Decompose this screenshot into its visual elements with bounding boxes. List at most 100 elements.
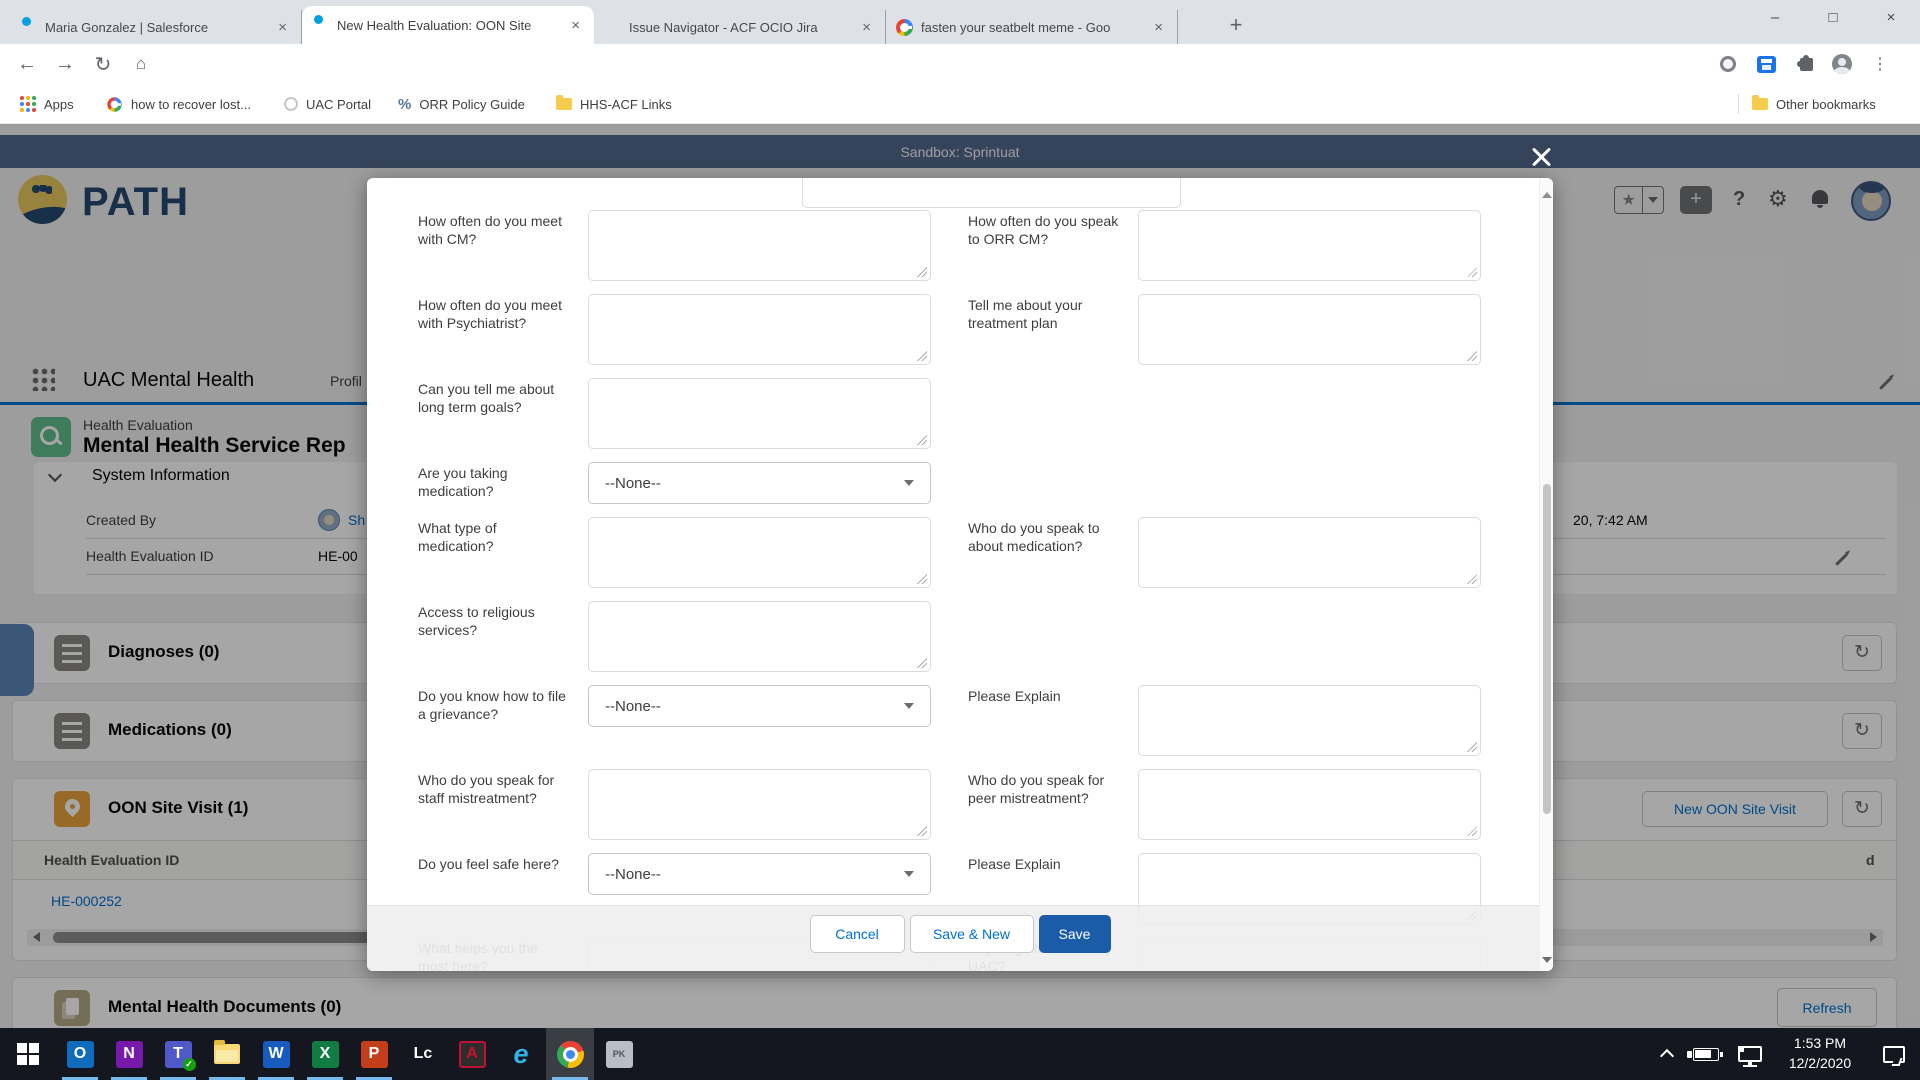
taskbar-app-internet-explorer[interactable]: e [497, 1028, 545, 1080]
select-value: --None-- [605, 698, 661, 715]
cancel-button[interactable]: Cancel [810, 915, 905, 953]
acrobat-icon: A [459, 1041, 486, 1068]
new-health-evaluation-modal: How often do you meet with CM?How often … [367, 178, 1553, 971]
browser-tab[interactable]: fasten your seatbelt meme - Goo × [886, 10, 1178, 44]
modal-close-icon[interactable] [1528, 144, 1554, 170]
action-center-icon[interactable] [1868, 1028, 1920, 1080]
form-textarea-right[interactable] [1138, 769, 1481, 840]
browser-menu-icon[interactable]: ⋮ [1866, 44, 1894, 84]
browser-tab[interactable]: Maria Gonzalez | Salesforce × [10, 10, 302, 44]
powerpoint-icon: P [361, 1041, 388, 1068]
refresh-icon[interactable]: ↻ [88, 44, 118, 84]
maximize-icon[interactable]: □ [1804, 0, 1862, 36]
modal-scrollbar[interactable] [1539, 178, 1553, 971]
form-select-left[interactable]: --None-- [588, 462, 931, 504]
taskbar-app-zip[interactable]: PK [595, 1028, 643, 1080]
bookmarks-bar: Apps how to recover lost... UAC Portal %ORR… [0, 84, 1920, 124]
form-row: Who do you speak for staff mistreatment?… [418, 769, 1532, 840]
taskbar-clock[interactable]: 1:53 PM 12/2/2020 [1772, 1034, 1868, 1073]
taskbar-app-livecycle[interactable]: Lc [399, 1028, 447, 1080]
field-label: Do you know how to file a grievance? [418, 685, 568, 756]
taskbar-app-explorer[interactable] [203, 1028, 251, 1080]
form-textarea-right[interactable] [1138, 210, 1481, 281]
field-label: Who do you speak for staff mistreatment? [418, 769, 568, 840]
home-icon[interactable]: ⌂ [126, 44, 156, 84]
field-label: Who do you speak for peer mistreatment? [968, 769, 1123, 840]
tab-close-icon[interactable]: × [1150, 19, 1167, 36]
clock-time: 1:53 PM [1772, 1034, 1868, 1054]
start-button[interactable] [4, 1028, 52, 1080]
taskbar-app-chrome[interactable] [546, 1028, 594, 1080]
form-row: How often do you meet with CM?How often … [418, 210, 1532, 281]
bookmark-item[interactable]: how to recover lost... [106, 84, 251, 124]
save-button[interactable]: Save [1039, 915, 1111, 953]
bookmark-label: UAC Portal [306, 97, 371, 112]
bookmark-item[interactable]: UAC Portal [284, 84, 371, 124]
form-textarea-left[interactable] [588, 210, 931, 281]
scrollbar-thumb[interactable] [1543, 484, 1551, 814]
form-textarea-right[interactable] [1138, 517, 1481, 588]
taskbar-app-word[interactable]: W [252, 1028, 300, 1080]
system-tray: 1:53 PM 12/2/2020 [1650, 1028, 1920, 1080]
taskbar-app-outlook[interactable]: O [56, 1028, 104, 1080]
bookmark-item[interactable]: Apps [20, 84, 74, 124]
tab-favicon-jira-diamond [604, 19, 621, 36]
forward-icon[interactable]: → [50, 44, 80, 84]
folder-icon [556, 98, 572, 110]
field-label: Are you taking medication? [418, 462, 568, 504]
scroll-down-icon[interactable] [1542, 957, 1552, 963]
tab-strip-tabs: Maria Gonzalez | Salesforce×New Health E… [10, 0, 1178, 44]
taskbar-app-powerpoint[interactable]: P [350, 1028, 398, 1080]
bookmark-item[interactable]: HHS-ACF Links [556, 84, 672, 124]
profile-avatar[interactable] [1828, 44, 1856, 84]
close-icon[interactable]: × [1862, 0, 1920, 36]
tab-title: fasten your seatbelt meme - Goo [921, 20, 1142, 35]
form-textarea-left[interactable] [588, 601, 931, 672]
taskbar-app-teams[interactable]: T [154, 1028, 202, 1080]
form-row: Access to religious services? [418, 601, 1532, 672]
form-row: What type of medication?Who do you speak… [418, 517, 1532, 588]
scroll-up-icon[interactable] [1542, 192, 1552, 198]
back-icon[interactable]: ← [12, 44, 42, 84]
tab-favicon-salesforce-cloud [312, 17, 329, 34]
google-g-icon [107, 97, 121, 111]
network-icon[interactable] [1728, 1028, 1772, 1080]
new-tab-button[interactable]: + [1222, 12, 1250, 40]
form-textarea-left[interactable] [588, 769, 931, 840]
browser-tab[interactable]: New Health Evaluation: OON Site× [302, 6, 594, 44]
form-textarea-right[interactable] [1138, 294, 1481, 365]
form-select-left[interactable]: --None-- [588, 853, 931, 895]
resize-grip-icon [917, 435, 927, 445]
tab-close-icon[interactable]: × [858, 19, 875, 36]
tab-title: Maria Gonzalez | Salesforce [45, 20, 266, 35]
form-textarea-left[interactable] [588, 378, 931, 449]
tab-close-icon[interactable]: × [274, 19, 291, 36]
tray-chevron-up-icon[interactable] [1650, 1028, 1684, 1080]
minimize-icon[interactable]: – [1746, 0, 1804, 36]
google-g-icon [896, 19, 913, 36]
form-select-left[interactable]: --None-- [588, 685, 931, 727]
bookmark-label: ORR Policy Guide [419, 97, 524, 112]
browser-tab-strip: Maria Gonzalez | Salesforce×New Health E… [0, 0, 1920, 44]
bookmark-item[interactable]: %ORR Policy Guide [398, 84, 525, 124]
form-row: How often do you meet with Psychiatrist?… [418, 294, 1532, 365]
form-textarea-left[interactable] [588, 294, 931, 365]
other-bookmarks[interactable]: Other bookmarks [1752, 84, 1876, 124]
taskbar-app-excel[interactable]: X [301, 1028, 349, 1080]
select-value: --None-- [605, 866, 661, 883]
form-textarea-left[interactable] [588, 517, 931, 588]
save-and-new-button[interactable]: Save & New [910, 915, 1034, 953]
word-icon: W [263, 1041, 290, 1068]
extension-circle-icon[interactable] [1714, 44, 1742, 84]
extension-print-icon[interactable] [1752, 44, 1780, 84]
globe-icon [284, 97, 298, 111]
taskbar-app-acrobat[interactable]: A [448, 1028, 496, 1080]
tab-close-icon[interactable]: × [567, 17, 584, 34]
screen: Maria Gonzalez | Salesforce×New Health E… [0, 0, 1920, 1080]
taskbar-app-onenote[interactable]: N [105, 1028, 153, 1080]
battery-icon[interactable] [1684, 1028, 1728, 1080]
form-textarea-right[interactable] [1138, 685, 1481, 756]
browser-tab[interactable]: Issue Navigator - ACF OCIO Jira× [594, 10, 886, 44]
extensions-puzzle-icon[interactable] [1792, 44, 1820, 84]
bookmark-label: how to recover lost... [131, 97, 251, 112]
